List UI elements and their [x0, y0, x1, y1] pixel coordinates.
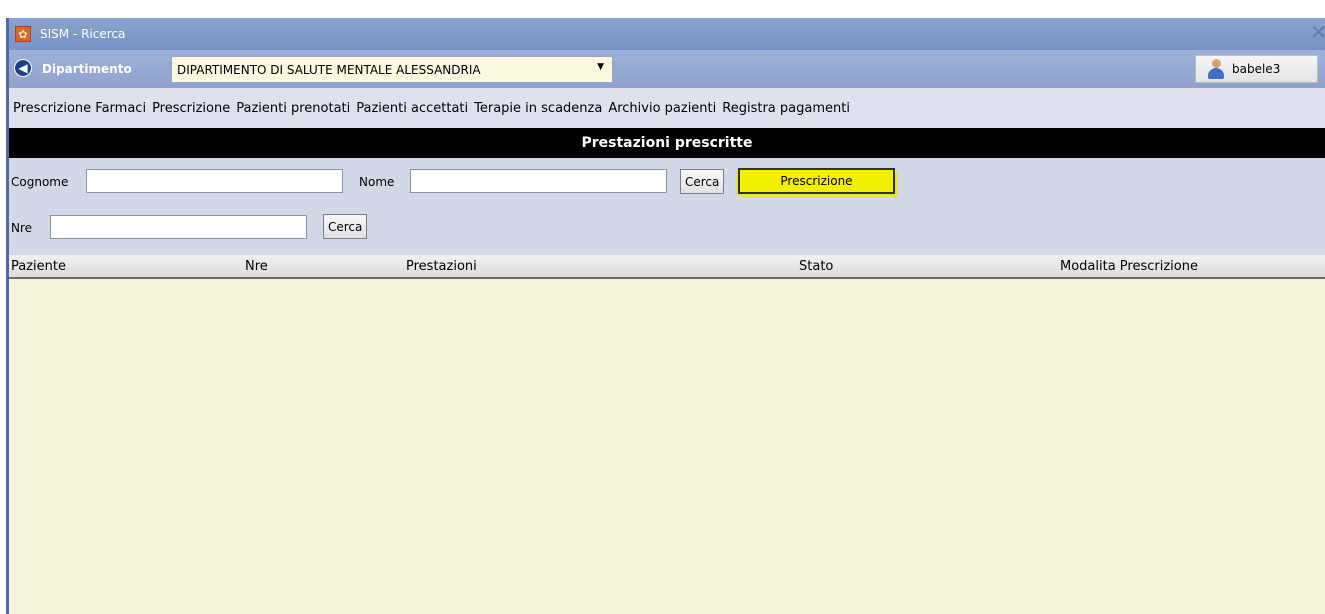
menu-item-prescrizione[interactable]: Prescrizione: [152, 101, 230, 116]
sism-app-icon: ✿: [15, 26, 31, 42]
cognome-input[interactable]: [86, 169, 343, 193]
menu-item-prescrizione-farmaci[interactable]: Prescrizione Farmaci: [13, 101, 146, 116]
menu-item-archivio-pazienti[interactable]: Archivio pazienti: [608, 101, 716, 116]
department-label: Dipartimento: [42, 62, 132, 76]
column-header-prestazioni[interactable]: Prestazioni: [406, 259, 477, 274]
menu-bar: Prescrizione Farmaci Prescrizione Pazien…: [9, 88, 1325, 128]
section-header: Prestazioni prescritte: [9, 128, 1325, 158]
menu-item-registra-pagamenti[interactable]: Registra pagamenti: [722, 101, 850, 116]
nre-input[interactable]: [50, 215, 307, 239]
nome-input[interactable]: [410, 169, 667, 193]
department-select[interactable]: DIPARTIMENTO DI SALUTE MENTALE ALESSANDR…: [171, 56, 613, 83]
user-name: babele3: [1232, 62, 1281, 76]
department-select-value: DIPARTIMENTO DI SALUTE MENTALE ALESSANDR…: [177, 63, 481, 77]
results-table[interactable]: Paziente Nre Prestazioni Stato Modalita …: [9, 255, 1325, 614]
application-window: ✿ SISM - Ricerca ✕ ◀ Dipartimento DIPART…: [6, 18, 1325, 614]
back-arrow-icon[interactable]: ◀: [14, 59, 32, 77]
column-header-stato[interactable]: Stato: [799, 259, 833, 274]
search-form: Cognome Nome Cerca Prescrizione Nre Cerc…: [9, 158, 1325, 255]
column-header-modalita-prescrizione[interactable]: Modalita Prescrizione: [1060, 259, 1198, 274]
nre-label: Nre: [11, 221, 33, 235]
cerca-button[interactable]: Cerca: [680, 169, 725, 194]
cognome-label: Cognome: [11, 175, 69, 189]
menu-item-pazienti-accettati[interactable]: Pazienti accettati: [356, 101, 468, 116]
cerca-nre-button[interactable]: Cerca: [323, 214, 368, 239]
user-icon: [1207, 59, 1225, 79]
menu-item-pazienti-prenotati[interactable]: Pazienti prenotati: [236, 101, 350, 116]
menu-item-terapie-in-scadenza[interactable]: Terapie in scadenza: [474, 101, 602, 116]
title-bar[interactable]: ✿ SISM - Ricerca ✕: [9, 18, 1325, 50]
user-account-button[interactable]: babele3: [1195, 55, 1318, 83]
close-icon[interactable]: ✕: [1310, 22, 1325, 42]
column-header-paziente[interactable]: Paziente: [11, 259, 66, 274]
nome-label: Nome: [359, 175, 395, 189]
prescrizione-button[interactable]: Prescrizione: [738, 168, 895, 194]
window-title: SISM - Ricerca: [40, 27, 126, 41]
table-header: Paziente Nre Prestazioni Stato Modalita …: [9, 255, 1325, 279]
column-header-nre[interactable]: Nre: [245, 259, 268, 274]
section-title: Prestazioni prescritte: [581, 135, 753, 151]
chevron-down-icon: ▼: [597, 62, 604, 72]
department-bar: ◀ Dipartimento DIPARTIMENTO DI SALUTE ME…: [9, 50, 1325, 88]
